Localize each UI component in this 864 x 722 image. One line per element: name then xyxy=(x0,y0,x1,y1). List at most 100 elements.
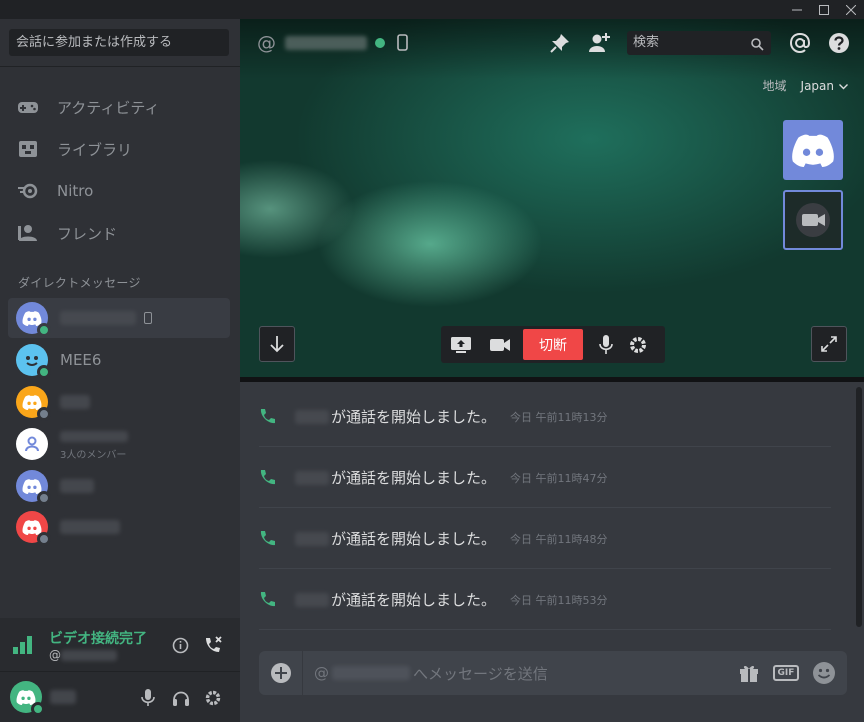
screen-share-button[interactable] xyxy=(441,326,481,363)
group-icon xyxy=(25,436,39,452)
username-redacted xyxy=(50,690,76,704)
collapse-video-button[interactable] xyxy=(259,326,295,362)
phone-icon xyxy=(259,408,277,426)
emoji-icon xyxy=(813,662,835,684)
add-user-icon xyxy=(589,33,610,52)
add-friend-to-dm-button[interactable] xyxy=(588,31,612,57)
caller-name-redacted xyxy=(295,409,329,424)
messages-scrollbar[interactable] xyxy=(856,387,862,627)
at-symbol: @ xyxy=(257,32,276,54)
nav-item-label: フレンド xyxy=(57,224,118,243)
nav-item-activity[interactable]: アクティビティ xyxy=(8,87,230,127)
phone-disconnect-icon xyxy=(206,636,222,652)
close-icon xyxy=(845,4,856,15)
message-text: が通話を開始しました。 xyxy=(331,408,497,426)
nav-item-label: ライブラリ xyxy=(57,140,133,159)
dm-name-redacted xyxy=(60,431,128,442)
maximize-button[interactable] xyxy=(810,0,837,19)
phone-icon xyxy=(259,530,277,548)
search-input[interactable]: 検索 xyxy=(627,31,771,55)
nav-item-label: アクティビティ xyxy=(57,98,160,117)
voice-connection-panel: ビデオ接続完了 @ xyxy=(0,618,240,672)
dm-item[interactable]: MEE6 xyxy=(8,340,230,380)
help-icon xyxy=(829,33,849,53)
sidebar-search-bar: 会話に参加または作成する xyxy=(0,19,240,67)
plus-circle-icon xyxy=(270,663,291,683)
camera-toggle-button[interactable] xyxy=(481,326,519,363)
maximize-icon xyxy=(818,4,829,15)
dm-item[interactable] xyxy=(8,466,230,506)
user-panel xyxy=(0,672,240,722)
message-timestamp: 今日 午前11時13分 xyxy=(510,410,608,424)
emoji-button[interactable] xyxy=(812,661,836,689)
mute-button[interactable] xyxy=(141,689,155,711)
dm-item[interactable] xyxy=(8,507,230,547)
window-controls xyxy=(783,0,864,19)
participant-tile-remote[interactable] xyxy=(783,120,843,180)
close-button[interactable] xyxy=(837,0,864,19)
dm-item-group[interactable]: 3人のメンバー xyxy=(8,424,230,464)
minimize-icon xyxy=(791,9,802,10)
mobile-icon xyxy=(397,34,408,55)
participant-tile-self[interactable] xyxy=(783,190,843,250)
deafen-button[interactable] xyxy=(172,689,190,711)
avatar xyxy=(16,428,48,460)
composer-at: @ xyxy=(314,664,329,682)
gamepad-icon xyxy=(16,95,40,119)
voice-status-title: ビデオ接続完了 xyxy=(49,631,147,647)
dm-sidebar: 会話に参加または作成する アクティビティ ライブラリ Nitro フレンド ダイ… xyxy=(0,19,240,722)
gear-icon xyxy=(205,690,221,706)
nav-item-library[interactable]: ライブラリ xyxy=(8,129,230,169)
help-button[interactable] xyxy=(828,32,850,58)
upload-button[interactable] xyxy=(259,651,303,695)
gift-button[interactable] xyxy=(738,663,760,687)
avatar xyxy=(16,302,51,337)
status-online-indicator xyxy=(37,365,51,379)
message-input[interactable]: @ へメッセージを送信 xyxy=(314,663,548,684)
nav-item-nitro[interactable]: Nitro xyxy=(8,171,230,211)
message-text: が通話を開始しました。 xyxy=(331,591,497,609)
friends-icon xyxy=(16,221,40,245)
status-offline-indicator xyxy=(37,491,51,505)
voice-channel-name: @ xyxy=(49,648,117,662)
connection-info-button[interactable] xyxy=(172,637,189,658)
user-avatar[interactable] xyxy=(10,681,45,716)
signal-strength-icon[interactable] xyxy=(13,636,33,658)
discord-logo-icon xyxy=(16,689,36,705)
screen-share-icon xyxy=(451,336,471,353)
dm-item[interactable] xyxy=(8,382,230,422)
dm-item[interactable] xyxy=(8,298,230,338)
hangup-button[interactable]: 切断 xyxy=(523,329,583,360)
gif-button[interactable]: GIF xyxy=(773,665,799,681)
video-call-area: @ 検索 地域 Japan 切断 xyxy=(240,19,864,381)
voice-channel-redacted xyxy=(61,650,117,661)
discord-logo-icon xyxy=(22,310,42,326)
voice-channel-at: @ xyxy=(49,648,61,662)
status-offline-indicator xyxy=(37,407,51,421)
fullscreen-button[interactable] xyxy=(811,326,847,362)
mentions-button[interactable] xyxy=(789,32,811,58)
call-settings-button[interactable] xyxy=(625,326,651,363)
microphone-icon xyxy=(599,334,613,354)
microphone-icon xyxy=(141,689,155,706)
nav-item-label: Nitro xyxy=(57,182,94,200)
mobile-icon xyxy=(144,309,152,328)
user-settings-button[interactable] xyxy=(204,689,222,711)
dm-name: MEE6 xyxy=(60,351,102,369)
nav-item-friends[interactable]: フレンド xyxy=(8,213,230,253)
caller-name-redacted xyxy=(295,531,329,546)
region-selector[interactable]: 地域 Japan xyxy=(763,77,848,94)
channel-name-redacted xyxy=(285,36,367,50)
mention-icon xyxy=(789,32,811,54)
discord-logo-icon xyxy=(22,478,42,494)
main-panel: @ 検索 地域 Japan 切断 が通話を開始しました。 今日 午前11時13分… xyxy=(240,19,864,722)
call-mute-button[interactable] xyxy=(587,326,625,363)
minimize-button[interactable] xyxy=(783,0,810,19)
arrow-down-icon xyxy=(270,336,284,353)
disconnect-button[interactable] xyxy=(203,635,223,659)
avatar xyxy=(16,470,51,505)
gear-icon xyxy=(630,336,646,353)
find-conversation-button[interactable]: 会話に参加または作成する xyxy=(9,29,229,56)
pinned-messages-button[interactable] xyxy=(549,32,571,58)
composer-placeholder: へメッセージを送信 xyxy=(413,664,548,683)
